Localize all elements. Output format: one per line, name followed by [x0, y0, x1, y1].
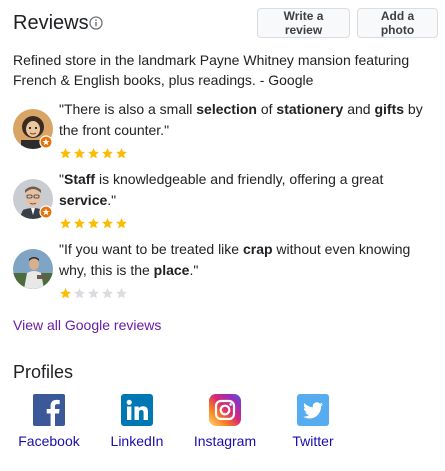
profile-label: LinkedIn	[110, 433, 164, 449]
star-filled-icon	[60, 288, 71, 299]
star-filled-icon	[88, 218, 99, 229]
view-all-reviews-link[interactable]: View all Google reviews	[13, 317, 161, 333]
review-text-part: "If you want to be treated like	[59, 241, 243, 257]
star-empty-icon	[116, 288, 127, 299]
add-photo-button[interactable]: Add a photo	[357, 8, 438, 38]
review-keyword: selection	[196, 101, 257, 117]
star-filled-icon	[102, 148, 113, 159]
star-filled-icon	[102, 218, 113, 229]
review-text: "If you want to be treated like crap wit…	[59, 239, 439, 281]
star-empty-icon	[102, 288, 113, 299]
star-filled-icon	[74, 148, 85, 159]
reviewer-avatar[interactable]	[13, 179, 53, 219]
review-text-part: is knowledgeable and friendly, offering …	[95, 171, 384, 187]
info-icon[interactable]	[89, 16, 103, 30]
star-filled-icon	[74, 218, 85, 229]
review-text: "There is also a small selection of stat…	[59, 99, 439, 141]
profiles-title: Profiles	[13, 362, 74, 382]
star-empty-icon	[88, 288, 99, 299]
write-review-button[interactable]: Write a review	[257, 8, 350, 38]
review-text: "Staff is knowledgeable and friendly, of…	[59, 169, 439, 211]
local-guide-badge-icon	[39, 205, 53, 219]
linkedin-icon	[121, 394, 153, 426]
review-keyword: gifts	[374, 101, 405, 117]
profile-label: Facebook	[18, 433, 80, 449]
review-keyword: Staff	[63, 171, 96, 187]
review-keyword: service	[59, 192, 108, 208]
review-text-part: ."	[107, 192, 117, 208]
profile-facebook[interactable]: Facebook	[14, 394, 84, 449]
star-filled-icon	[60, 148, 71, 159]
reviewer-avatar[interactable]	[13, 109, 53, 149]
star-filled-icon	[116, 218, 127, 229]
review-text-part: and	[343, 101, 375, 117]
star-empty-icon	[74, 288, 85, 299]
star-filled-icon	[60, 218, 71, 229]
reviews-title: Reviews	[13, 12, 89, 34]
twitter-icon	[297, 394, 329, 426]
star-rating	[59, 147, 128, 161]
profile-twitter[interactable]: Twitter	[278, 394, 348, 449]
review-item: "If you want to be treated like crap wit…	[13, 239, 438, 301]
profile-instagram[interactable]: Instagram	[190, 394, 260, 449]
facebook-icon	[33, 394, 65, 426]
review-item: "Staff is knowledgeable and friendly, of…	[13, 169, 438, 231]
review-keyword: stationery	[276, 101, 344, 117]
review-keyword: crap	[242, 241, 273, 257]
reviews-header: Reviews Write a review Add a photo	[13, 8, 438, 40]
reviewer-avatar[interactable]	[13, 249, 53, 289]
review-text-part: of	[256, 101, 277, 117]
star-filled-icon	[116, 148, 127, 159]
review-keyword: place	[153, 262, 190, 278]
instagram-icon	[209, 394, 241, 426]
local-guide-badge-icon	[39, 135, 53, 149]
profile-label: Instagram	[193, 433, 257, 449]
profile-linkedin[interactable]: LinkedIn	[102, 394, 172, 449]
star-rating	[59, 287, 128, 301]
review-text-part: ."	[189, 262, 199, 278]
star-filled-icon	[88, 148, 99, 159]
star-rating	[59, 217, 128, 231]
review-item: "There is also a small selection of stat…	[13, 99, 438, 161]
profile-label: Twitter	[292, 433, 334, 449]
place-summary: Refined store in the landmark Payne Whit…	[13, 52, 410, 88]
review-text-part: "There is also a small	[59, 101, 197, 117]
